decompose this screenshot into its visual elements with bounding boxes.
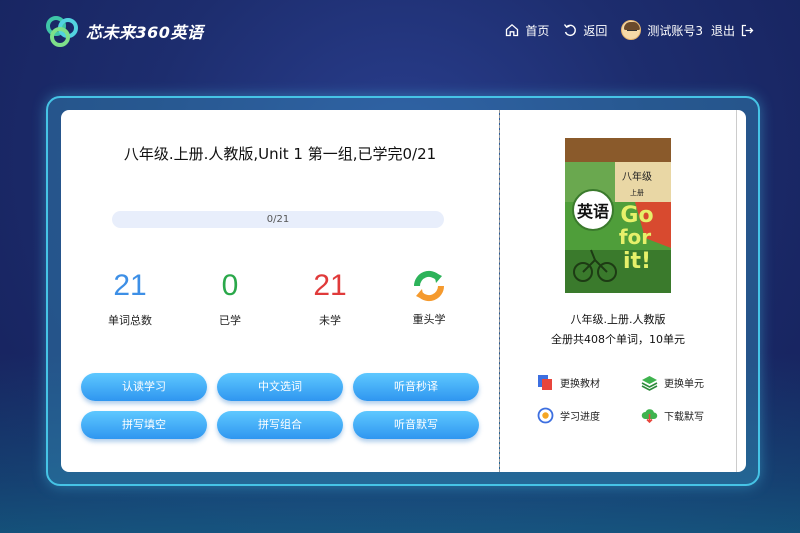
cover-subject: 英语 [576,202,609,221]
change-unit-button[interactable]: 更换单元 [641,374,704,391]
mode-button-chinese-choice[interactable]: 中文选词 [217,373,343,401]
cover-grade: 八年级 [622,170,652,183]
progress-text: 0/21 [266,214,290,225]
stat-unlearned-label: 未学 [319,314,341,327]
panel-edge [736,110,746,472]
home-label: 首页 [525,23,550,38]
refresh-icon [413,270,445,302]
account-menu[interactable]: 测试账号3 [621,20,703,40]
book-swap-icon [538,375,552,390]
stat-unlearned-value: 21 [313,269,347,302]
change-textbook-button[interactable]: 更换教材 [537,374,600,391]
stat-total-value: 21 [113,269,147,302]
lesson-title: 八年级.上册.人教版,Unit 1 第一组,已学完0/21 [123,145,437,163]
stat-learned-value: 0 [221,269,239,302]
brand-logo[interactable]: 芯未来360英语 [44,14,203,48]
download-dictation-label: 下载默写 [664,412,704,423]
restart-button[interactable]: 重头学 [389,266,469,327]
progress-icon [537,407,554,424]
restart-label: 重头学 [412,313,446,326]
study-progress-button[interactable]: 学习进度 [537,407,600,424]
stat-learned: 0 已学 [190,268,270,328]
cover-term: 上册 [630,188,644,197]
change-textbook-label: 更换教材 [560,379,600,390]
mode-button-listen-translate[interactable]: 听音秒译 [353,373,479,401]
textbook-info: 全册共408个单词，10单元 [551,333,685,346]
study-progress-label: 学习进度 [560,412,600,423]
stat-total-label: 单词总数 [108,314,152,327]
account-name: 测试账号3 [647,23,703,38]
back-icon [564,24,577,37]
top-nav: 首页 返回 测试账号3 退出 [491,20,760,40]
textbook-cover[interactable]: 英语 八年级 上册 Go for it! [565,138,671,293]
mode-button-spell-fill[interactable]: 拼写填空 [81,411,207,439]
top-bar: 芯未来360英语 首页 返回 测试账号3 退出 [0,0,800,62]
mode-button-read[interactable]: 认读学习 [81,373,207,401]
brand-logo-icon [46,16,78,47]
cover-slogan-3: it! [623,249,651,274]
stat-learned-label: 已学 [219,314,241,327]
logout-link[interactable]: 退出 [711,22,760,39]
brand-name: 芯未来360英语 [86,23,204,42]
download-dictation-button[interactable]: 下载默写 [641,407,704,424]
cover-slogan-2: for [619,225,651,249]
home-icon [506,23,519,37]
cloud-download-icon [641,409,658,424]
home-link[interactable]: 首页 [505,22,549,39]
change-unit-label: 更换单元 [664,379,704,390]
lesson-progress-bar: 0/21 [112,211,444,228]
logout-label: 退出 [710,23,735,38]
back-link[interactable]: 返回 [563,22,607,39]
layers-icon [641,376,658,391]
back-label: 返回 [583,23,608,38]
stat-total: 21 单词总数 [90,268,170,328]
mode-button-dictation[interactable]: 听音默写 [353,411,479,439]
stat-unlearned: 21 未学 [290,268,370,328]
logout-icon [741,24,754,36]
textbook-name: 八年级.上册.人教版 [570,313,666,326]
mode-button-spell-combine[interactable]: 拼写组合 [217,411,343,439]
avatar [621,20,642,40]
textbook-cover-image: 英语 八年级 上册 Go for it! [565,138,671,293]
